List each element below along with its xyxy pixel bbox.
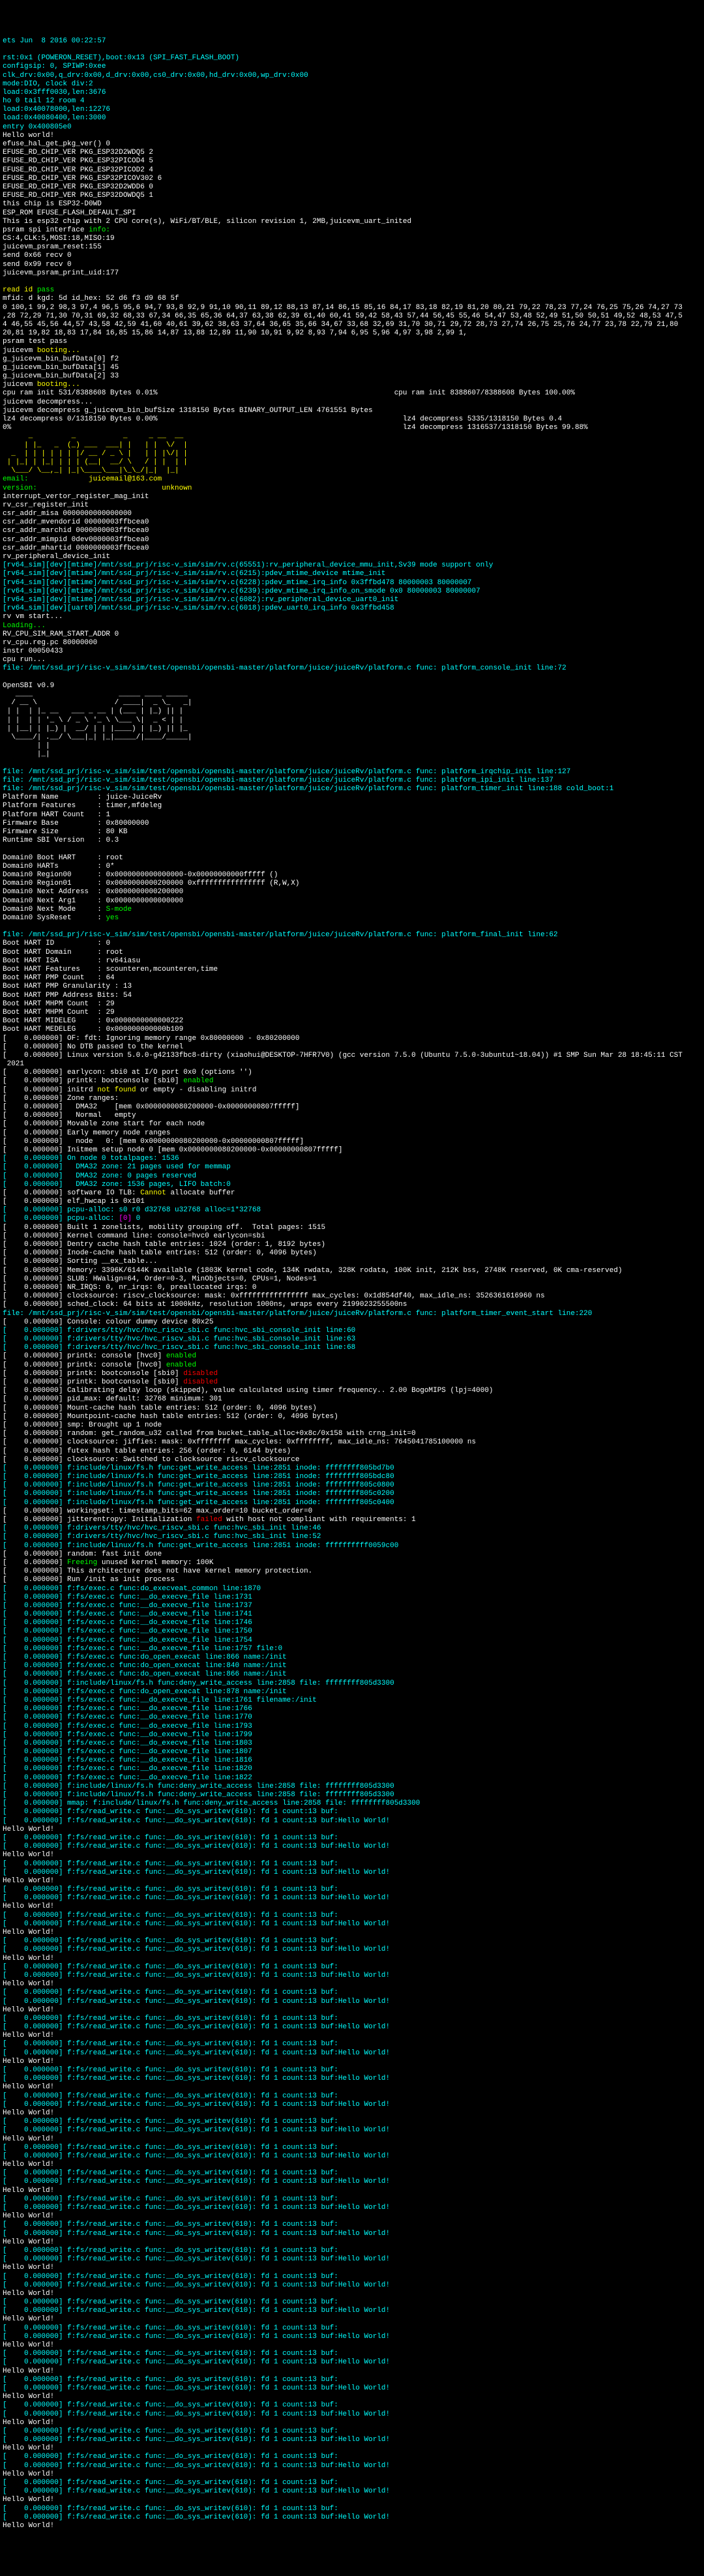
terminal-output: ets Jun 8 2016 00:22:57 rst:0x1 (POWERON… bbox=[3, 37, 701, 2530]
